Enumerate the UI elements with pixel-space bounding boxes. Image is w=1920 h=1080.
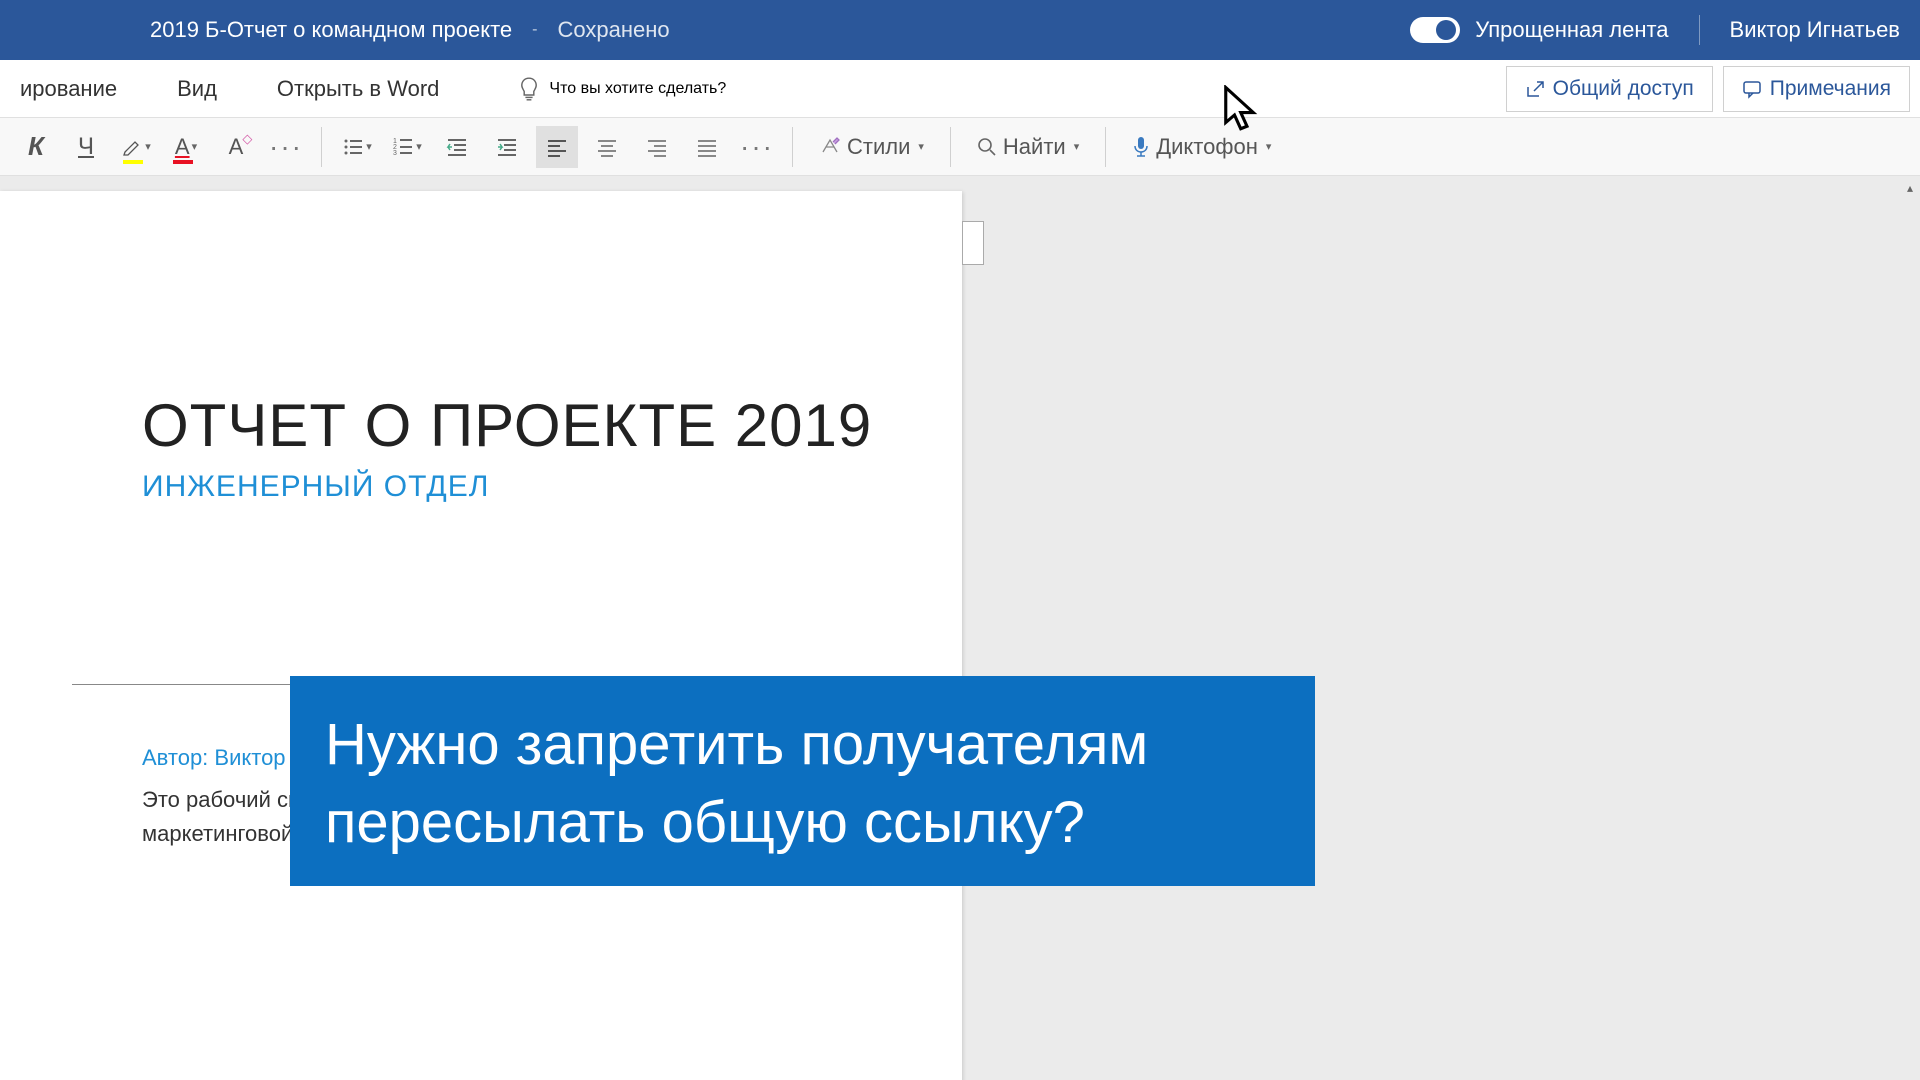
separator — [1105, 127, 1106, 167]
scroll-up-arrow[interactable]: ▴ — [1900, 178, 1920, 198]
italic-button[interactable]: К — [15, 126, 57, 168]
saved-status: Сохранено — [557, 17, 669, 43]
document-page[interactable]: ОТЧЕТ О ПРОЕКТЕ 2019 ИНЖЕНЕРНЫЙ ОТДЕЛ Ав… — [0, 191, 962, 1080]
comment-icon — [1742, 79, 1762, 99]
username[interactable]: Виктор Игнатьев — [1730, 17, 1900, 43]
indent-icon — [496, 136, 518, 158]
find-label: Найти — [1003, 134, 1066, 160]
separator — [950, 127, 951, 167]
styles-label: Стили — [847, 134, 910, 160]
tell-me-text: Что вы хотите сделать? — [549, 80, 726, 98]
align-justify-button[interactable] — [686, 126, 728, 168]
tab-open-in-word[interactable]: Открыть в Word — [267, 71, 449, 107]
svg-text:3: 3 — [393, 150, 397, 157]
document-title[interactable]: 2019 Б-Отчет о командном проекте — [150, 17, 512, 43]
clear-formatting-button[interactable]: А◇ — [215, 126, 257, 168]
menu-tabs: ирование Вид Открыть в Word Что вы хотит… — [10, 71, 726, 107]
font-color-icon: А — [175, 134, 190, 160]
document-canvas[interactable]: ОТЧЕТ О ПРОЕКТЕ 2019 ИНЖЕНЕРНЫЙ ОТДЕЛ Ав… — [0, 176, 1920, 1080]
highlight-icon — [121, 136, 143, 158]
outdent-icon — [446, 136, 468, 158]
tab-partial[interactable]: ирование — [10, 71, 127, 107]
clear-format-icon: А◇ — [229, 134, 244, 160]
document-heading[interactable]: ОТЧЕТ О ПРОЕКТЕ 2019 — [142, 391, 902, 460]
highlight-swatch — [123, 160, 143, 164]
menubar: ирование Вид Открыть в Word Что вы хотит… — [0, 60, 1920, 118]
share-button[interactable]: Общий доступ — [1506, 66, 1713, 112]
align-center-button[interactable] — [586, 126, 628, 168]
titlebar-right: Упрощенная лента Виктор Игнатьев — [1410, 15, 1900, 45]
fontcolor-swatch — [173, 160, 193, 164]
align-left-button[interactable] — [536, 126, 578, 168]
search-icon — [977, 137, 997, 157]
find-button[interactable]: Найти ▾ — [965, 126, 1091, 168]
font-color-button[interactable]: А ▾ — [165, 126, 207, 168]
numbering-icon: 1 2 3 — [392, 136, 414, 158]
align-center-icon — [596, 136, 618, 158]
simplified-ribbon-toggle-wrap: Упрощенная лента — [1410, 17, 1668, 43]
mic-icon — [1132, 136, 1150, 158]
bulb-icon — [519, 77, 539, 101]
tell-me[interactable]: Что вы хотите сделать? — [489, 77, 726, 101]
comments-label: Примечания — [1770, 77, 1891, 101]
underline-button[interactable]: Ч — [65, 126, 107, 168]
simplified-ribbon-toggle[interactable] — [1410, 17, 1460, 43]
toggle-knob — [1436, 20, 1456, 40]
align-left-icon — [546, 136, 568, 158]
share-label: Общий доступ — [1553, 77, 1694, 101]
align-justify-icon — [696, 136, 718, 158]
more-paragraph-button[interactable]: ··· — [736, 126, 778, 168]
simplified-ribbon-label: Упрощенная лента — [1475, 17, 1668, 43]
align-right-icon — [646, 136, 668, 158]
document-subheading[interactable]: ИНЖЕНЕРНЫЙ ОТДЕЛ — [142, 470, 902, 504]
share-icon — [1525, 79, 1545, 99]
align-right-button[interactable] — [636, 126, 678, 168]
separator — [321, 127, 322, 167]
styles-icon — [819, 136, 841, 158]
comments-button[interactable]: Примечания — [1723, 66, 1910, 112]
separator — [792, 127, 793, 167]
bullets-button[interactable]: ▾ — [336, 126, 378, 168]
increase-indent-button[interactable] — [486, 126, 528, 168]
numbering-button[interactable]: 1 2 3 ▾ — [386, 126, 428, 168]
divider — [1699, 15, 1700, 45]
decrease-indent-button[interactable] — [436, 126, 478, 168]
styles-button[interactable]: Стили ▾ — [807, 126, 936, 168]
callout-text: Нужно запретить получателям пересылать о… — [325, 712, 1148, 855]
page-edge-marker — [962, 221, 984, 265]
tutorial-callout: Нужно запретить получателям пересылать о… — [290, 676, 1315, 886]
bullets-icon — [342, 136, 364, 158]
title-dash: - — [532, 21, 537, 39]
titlebar-left: 2019 Б-Отчет о командном проекте - Сохра… — [20, 17, 1410, 43]
dictation-label: Диктофон — [1156, 134, 1258, 160]
highlight-button[interactable]: ▾ — [115, 126, 157, 168]
menubar-right: Общий доступ Примечания — [1506, 66, 1910, 112]
more-font-button[interactable]: ··· — [265, 126, 307, 168]
tab-view[interactable]: Вид — [167, 71, 227, 107]
titlebar: 2019 Б-Отчет о командном проекте - Сохра… — [0, 0, 1920, 60]
cursor-icon — [1222, 85, 1262, 135]
toolbar: К Ч ▾ А ▾ А◇ ··· ▾ 1 2 3 ▾ — [0, 118, 1920, 176]
